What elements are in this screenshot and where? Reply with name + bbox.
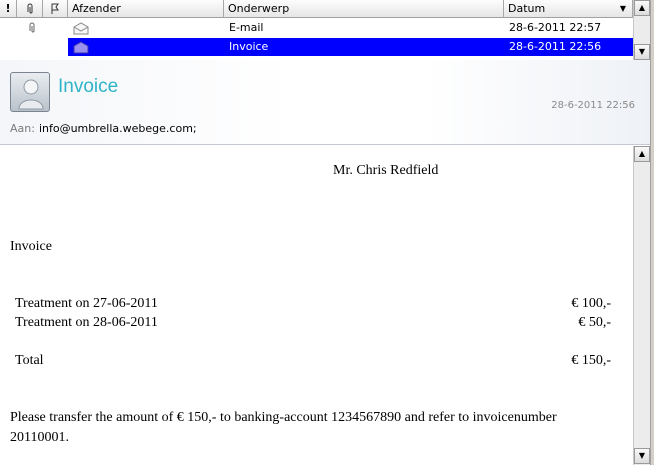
flag-column-header[interactable] [43,0,68,18]
payment-note-line2: 20110001. [10,430,69,445]
scroll-up-button[interactable]: ▲ [634,0,650,16]
from-column-header[interactable]: Afzender [68,0,224,18]
attachment-column-header[interactable] [17,0,43,18]
paperclip-icon [27,3,32,14]
message-subject-title: Invoice [58,76,119,97]
date-column-label: Datum [508,2,546,15]
message-list-scrollbar[interactable]: ▲ ▼ [633,0,650,60]
line-item-label: Treatment on 28-06-2011 [15,315,158,330]
scroll-down-button[interactable]: ▼ [634,44,650,60]
invoice-heading: Invoice [10,239,52,254]
message-date: 28-6-2011 22:57 [509,21,602,34]
to-label: Aan: [10,122,35,135]
total-label: Total [15,353,44,368]
message-date: 28-6-2011 22:56 [509,40,602,53]
flag-icon [51,3,59,14]
recipients-row: Aan: info@umbrella.webege.com; [10,122,197,135]
scroll-down-button[interactable]: ▼ [634,448,650,464]
read-envelope-icon [73,19,89,37]
scroll-up-button[interactable]: ▲ [634,146,650,162]
message-row[interactable]: E-mail 28-6-2011 22:57 [0,19,633,37]
message-date-label: 28-6-2011 22:56 [551,100,635,111]
date-column-header[interactable]: Datum ▼ [504,0,633,18]
message-body-scrollbar[interactable]: ▲ ▼ [633,146,650,465]
total-amount: € 150,- [571,353,611,368]
window-border [650,0,654,465]
line-item-amount: € 100,- [571,296,611,311]
message-body: Mr. Chris Redfield Invoice Treatment on … [0,146,633,465]
line-item-amount: € 50,- [578,315,611,330]
attachment-icon [28,19,38,37]
message-list: ! Afzender Onderwerp Datum ▼ E-mail 28-6… [0,0,654,60]
message-header: Invoice 28-6-2011 22:56 Aan: info@umbrell… [0,60,654,145]
subject-column-header[interactable]: Onderwerp [224,0,504,18]
line-item-label: Treatment on 27-06-2011 [15,296,158,311]
importance-column-header[interactable]: ! [0,0,17,18]
to-address[interactable]: info@umbrella.webege.com; [39,122,197,135]
sort-descending-icon: ▼ [619,4,626,13]
message-subject: Invoice [229,40,269,53]
person-icon [18,79,44,110]
message-row-selected[interactable]: Invoice 28-6-2011 22:56 [0,38,633,56]
message-subject: E-mail [229,21,264,34]
message-list-header: ! Afzender Onderwerp Datum ▼ [0,0,633,18]
unread-envelope-icon [73,38,89,56]
payment-note-line1: Please transfer the amount of € 150,- to… [10,410,557,425]
contact-avatar [10,72,50,112]
recipient-name: Mr. Chris Redfield [333,163,439,178]
